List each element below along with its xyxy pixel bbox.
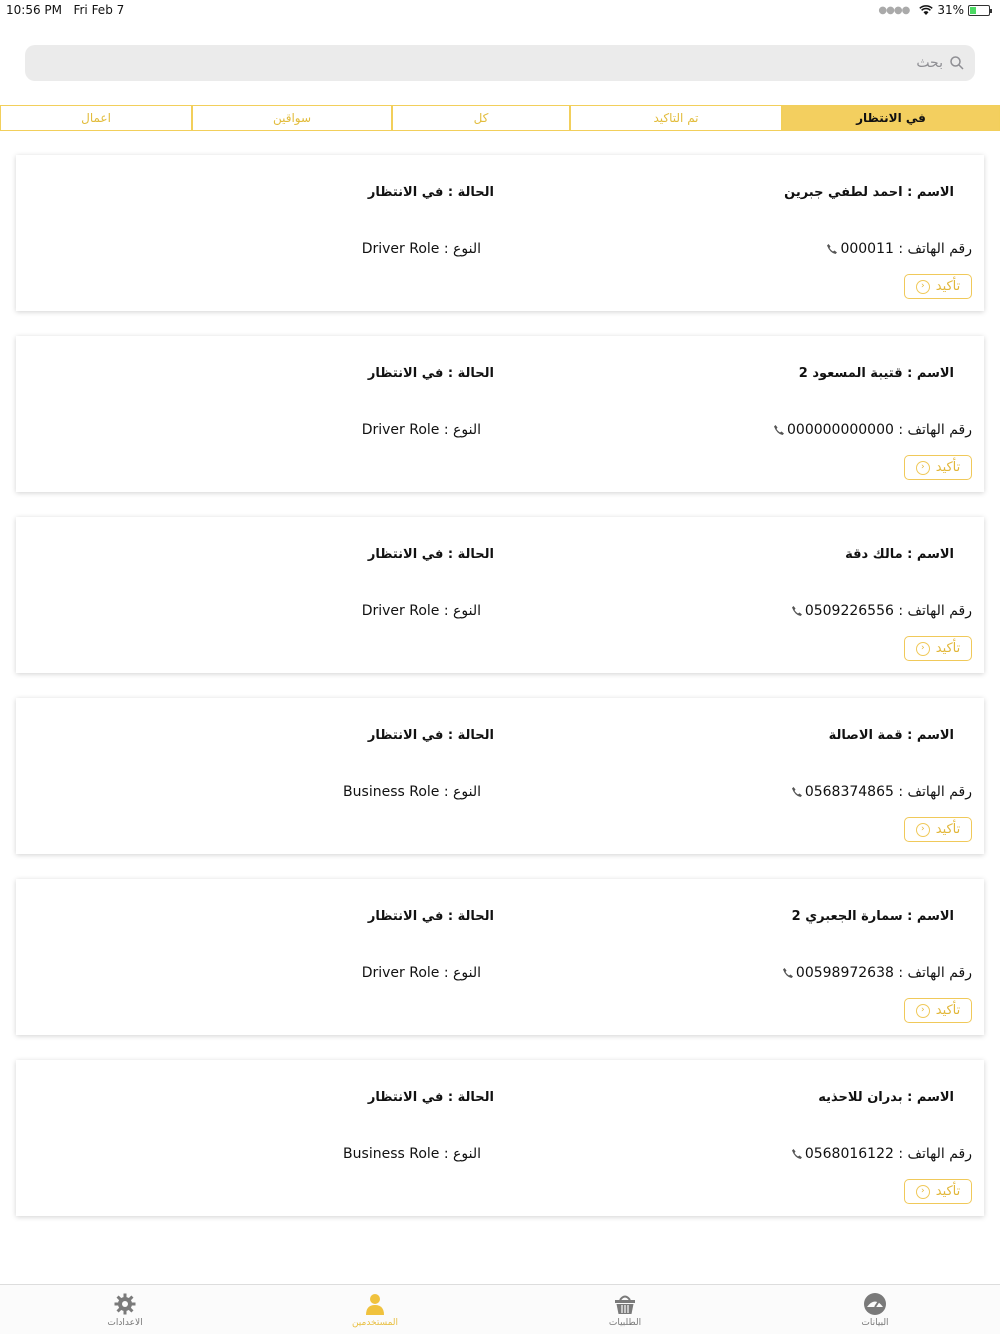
tab-confirmed[interactable]: تم التاكيد bbox=[570, 105, 782, 131]
user-name: الاسم : قمة الاصالة bbox=[828, 728, 954, 743]
user-name: الاسم : قتيبة المسعود 2 bbox=[798, 366, 954, 381]
confirm-button[interactable]: تأكيد ‹ bbox=[904, 817, 972, 842]
tab-all[interactable]: كل bbox=[392, 105, 570, 131]
tab-pending[interactable]: في الانتظار bbox=[782, 105, 1000, 131]
chevron-left-icon: ‹ bbox=[915, 822, 930, 837]
user-card: الاسم : سمارة الجعبري 2 الحالة : في الان… bbox=[16, 879, 984, 1035]
user-status: الحالة : في الانتظار bbox=[367, 185, 494, 200]
status-date: Fri Feb 7 bbox=[73, 3, 125, 17]
user-status: الحالة : في الانتظار bbox=[367, 909, 494, 924]
user-phone-text: رقم الهاتف : 0509226556 bbox=[804, 603, 972, 619]
user-phone: رقم الهاتف : 0568374865 bbox=[791, 784, 972, 800]
tab-businesses[interactable]: اعمال bbox=[0, 105, 192, 131]
search-icon bbox=[950, 56, 964, 70]
confirm-button[interactable]: تأكيد ‹ bbox=[904, 1179, 972, 1204]
phone-icon bbox=[791, 787, 802, 797]
wifi-icon bbox=[919, 4, 934, 15]
tabbar-label: البيانات bbox=[861, 1317, 889, 1328]
tabbar-label: الاعدادات bbox=[107, 1317, 143, 1328]
multitask-dots-icon: ●●●● bbox=[878, 4, 910, 16]
user-card: الاسم : قتيبة المسعود 2 الحالة : في الان… bbox=[16, 336, 984, 492]
confirm-button[interactable]: تأكيد ‹ bbox=[904, 998, 972, 1023]
user-role: النوع : Driver Role bbox=[361, 965, 481, 981]
search-input[interactable]: بحث bbox=[25, 45, 975, 81]
confirm-button[interactable]: تأكيد ‹ bbox=[904, 636, 972, 661]
user-card: الاسم : بدران للاحذيه الحالة : في الانتظ… bbox=[16, 1060, 984, 1216]
tabbar-label: الطلبيات bbox=[608, 1317, 642, 1328]
phone-icon bbox=[791, 606, 802, 616]
status-time: 10:56 PM bbox=[6, 3, 62, 17]
user-name: الاسم : بدران للاحذيه bbox=[818, 1090, 954, 1105]
tabbar-label: المستخدمين bbox=[351, 1317, 399, 1328]
confirm-label: تأكيد bbox=[935, 641, 961, 656]
confirm-label: تأكيد bbox=[935, 822, 961, 837]
chevron-left-icon: ‹ bbox=[915, 279, 930, 294]
user-icon bbox=[366, 1293, 384, 1315]
phone-icon bbox=[774, 425, 784, 435]
confirm-label: تأكيد bbox=[935, 1184, 961, 1199]
user-phone: رقم الهاتف : 000000000000 bbox=[773, 422, 972, 438]
basket-icon bbox=[615, 1295, 635, 1314]
user-card: الاسم : قمة الاصالة الحالة : في الانتظار… bbox=[16, 698, 984, 854]
status-left: 10:56 PM Fri Feb 7 bbox=[6, 3, 124, 17]
chevron-left-icon: ‹ bbox=[915, 460, 930, 475]
tab-drivers[interactable]: سواقين bbox=[192, 105, 392, 131]
tabbar-users[interactable]: المستخدمين bbox=[250, 1285, 500, 1334]
user-role: النوع : Business Role bbox=[343, 784, 481, 800]
user-name: الاسم : احمد لطفي جبرين bbox=[784, 185, 954, 200]
confirm-label: تأكيد bbox=[935, 460, 961, 475]
confirm-label: تأكيد bbox=[935, 279, 961, 294]
user-role: النوع : Driver Role bbox=[361, 241, 481, 257]
user-role: النوع : Driver Role bbox=[361, 422, 481, 438]
chevron-left-icon: ‹ bbox=[915, 1184, 930, 1199]
filter-tabs: في الانتظار تم التاكيد كل سواقين اعمال bbox=[0, 105, 1000, 131]
phone-icon bbox=[827, 244, 838, 254]
user-phone: رقم الهاتف : 00598972638 bbox=[782, 965, 972, 981]
confirm-button[interactable]: تأكيد ‹ bbox=[904, 274, 972, 299]
bottom-tab-bar: الاعدادات المستخدمين الطلبيات البيانات bbox=[0, 1284, 1000, 1334]
confirm-label: تأكيد bbox=[935, 1003, 961, 1018]
user-status: الحالة : في الانتظار bbox=[367, 728, 494, 743]
tabbar-orders[interactable]: الطلبيات bbox=[500, 1285, 750, 1334]
tabbar-settings[interactable]: الاعدادات bbox=[0, 1285, 250, 1334]
user-status: الحالة : في الانتظار bbox=[367, 1090, 494, 1105]
user-list: الاسم : احمد لطفي جبرين الحالة : في الان… bbox=[16, 155, 984, 1241]
chevron-left-icon: ‹ bbox=[915, 1003, 930, 1018]
user-role: النوع : Driver Role bbox=[361, 603, 481, 619]
status-right: ●●●● 31% bbox=[878, 3, 992, 17]
user-phone-text: رقم الهاتف : 00598972638 bbox=[795, 965, 972, 981]
user-phone: رقم الهاتف : 0568016122 bbox=[791, 1146, 972, 1162]
user-phone-text: رقم الهاتف : 0568374865 bbox=[804, 784, 972, 800]
phone-icon bbox=[791, 1149, 802, 1159]
phone-icon bbox=[782, 968, 793, 978]
battery-icon bbox=[968, 4, 992, 16]
gear-icon bbox=[114, 1293, 136, 1314]
user-phone: رقم الهاتف : 000011 bbox=[826, 241, 972, 257]
user-status: الحالة : في الانتظار bbox=[367, 547, 494, 562]
gauge-icon bbox=[864, 1292, 886, 1315]
status-bar: 10:56 PM Fri Feb 7 ●●●● 31% bbox=[0, 0, 1000, 22]
user-card: الاسم : احمد لطفي جبرين الحالة : في الان… bbox=[16, 155, 984, 311]
user-phone-text: رقم الهاتف : 0568016122 bbox=[804, 1146, 972, 1162]
chevron-left-icon: ‹ bbox=[915, 641, 930, 656]
user-card: الاسم : مالك دقة الحالة : في الانتظار رق… bbox=[16, 517, 984, 673]
user-phone-text: رقم الهاتف : 000000000000 bbox=[787, 422, 972, 438]
user-phone: رقم الهاتف : 0509226556 bbox=[791, 603, 972, 619]
tabbar-dashboard[interactable]: البيانات bbox=[750, 1285, 1000, 1334]
battery-percent: 31% bbox=[937, 3, 964, 17]
confirm-button[interactable]: تأكيد ‹ bbox=[904, 455, 972, 480]
user-status: الحالة : في الانتظار bbox=[367, 366, 494, 381]
user-name: الاسم : سمارة الجعبري 2 bbox=[791, 909, 954, 924]
user-role: النوع : Business Role bbox=[343, 1146, 481, 1162]
user-name: الاسم : مالك دقة bbox=[845, 547, 954, 562]
search-placeholder: بحث bbox=[916, 55, 943, 71]
user-phone-text: رقم الهاتف : 000011 bbox=[840, 241, 972, 257]
